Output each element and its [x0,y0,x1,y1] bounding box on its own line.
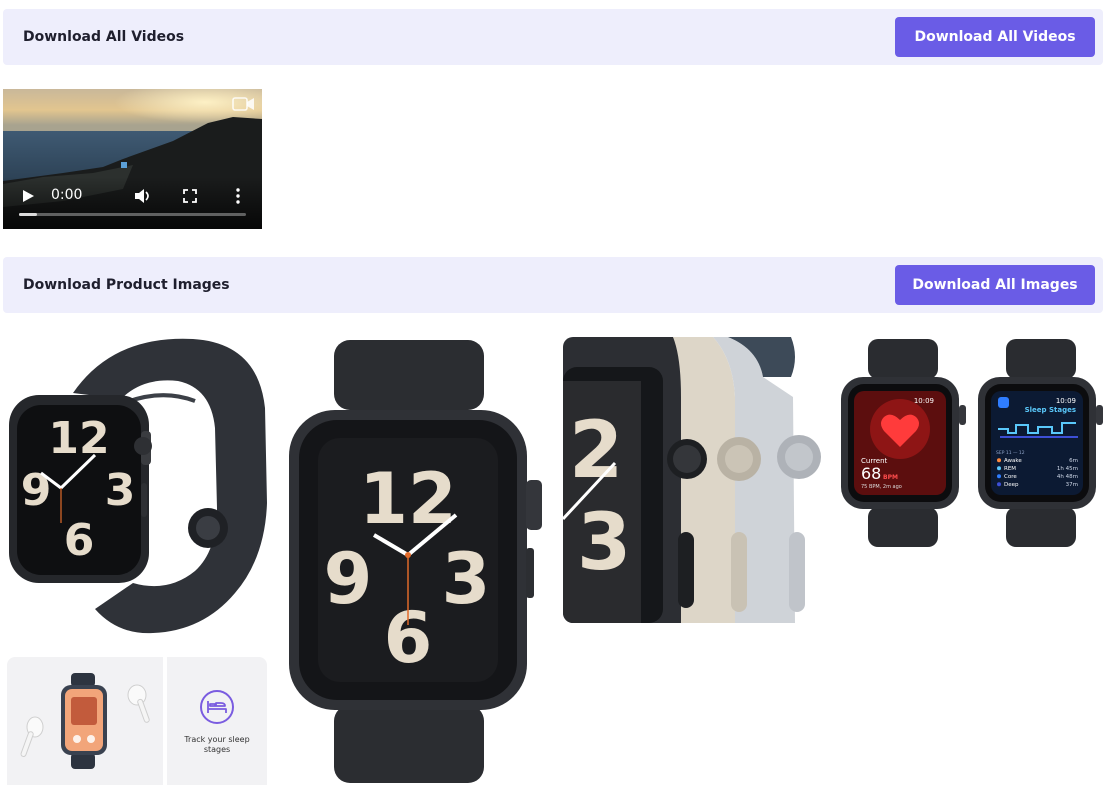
sleep-stage-value: 1h 45m [1057,466,1078,472]
sleep-stage-dot [997,458,1001,463]
sleep-screen-title: Sleep Stages [1025,406,1076,414]
video-time: 0:00 [51,187,83,203]
product-image-health-features[interactable]: 10:09 Current 68 BPM 75 BPM, 2m ago 10:0… [838,337,1103,549]
images-section-title: Download Product Images [23,277,230,293]
svg-text:9: 9 [324,538,373,620]
svg-text:9: 9 [21,465,52,516]
color-options-illustration: 2 3 [563,337,823,623]
play-icon[interactable] [21,189,35,203]
sleep-stage-label: Deep [1004,482,1019,488]
sleep-stage-value: 37m [1066,482,1078,488]
airpods-bundle-illustration [20,673,150,769]
video-player[interactable]: 0:00 [3,89,262,229]
health-features-illustration: 10:09 Current 68 BPM 75 BPM, 2m ago 10:0… [841,339,1103,547]
sleep-stage-value: 4h 48m [1057,474,1078,480]
videos-section-title: Download All Videos [23,29,185,45]
more-options-icon[interactable] [235,188,241,204]
sleep-stage-dot [997,482,1001,487]
product-tile-airpods-bundle[interactable] [7,657,163,785]
images-section-header: Download Product Images Download All Ima… [3,257,1103,313]
product-tile-sleep-stages[interactable]: Track your sleep stages [167,657,267,785]
watch-front-illustration: 12 9 3 6 [289,340,542,783]
product-image-color-options[interactable]: 2 3 [563,337,823,623]
product-image-watch-front[interactable]: 12 9 3 6 [286,340,544,785]
fullscreen-icon[interactable] [183,189,197,203]
svg-text:3: 3 [105,465,136,516]
video-camera-icon [232,97,254,111]
video-progress-bar[interactable] [19,213,246,216]
download-all-videos-button[interactable]: Download All Videos [895,17,1095,57]
volume-icon[interactable] [134,188,152,204]
product-image-watch-band[interactable]: 12 9 3 6 [3,333,269,643]
dial-hour-12: 12 [48,413,109,464]
sleep-stage-dot [997,474,1001,479]
heart-screen-sub: 75 BPM, 2m ago [861,484,902,490]
sleep-stage-value: 6m [1069,458,1078,464]
video-controls: 0:00 [3,177,262,229]
videos-section-header: Download All Videos Download All Videos [3,9,1103,65]
svg-text:6: 6 [64,515,95,566]
svg-text:3: 3 [577,498,631,588]
sleep-tile-text: Track your sleep stages [184,735,250,754]
sleep-stage-label: REM [1004,466,1016,472]
video-progress-fill [19,213,38,216]
heart-screen-time: 10:09 [914,397,934,405]
sleep-stage-label: Core [1004,474,1017,480]
heart-screen-value: 68 [861,464,881,483]
sleep-screen-date: SEP 11 — 12 [996,450,1025,456]
watch-band-illustration: 12 9 3 6 [9,338,267,634]
sleep-stage-dot [997,466,1001,471]
heart-screen-unit: BPM [883,474,898,481]
sleep-screen-time: 10:09 [1056,397,1076,405]
sleep-stage-label: Awake [1004,458,1022,464]
download-all-images-button[interactable]: Download All Images [895,265,1095,305]
bed-icon [200,690,234,724]
svg-text:3: 3 [442,538,491,620]
